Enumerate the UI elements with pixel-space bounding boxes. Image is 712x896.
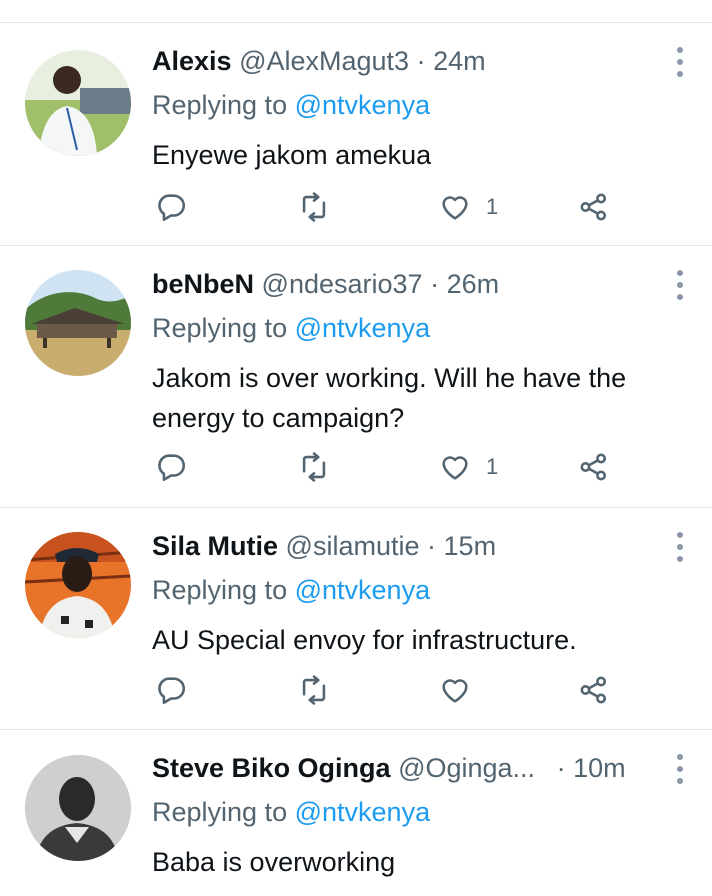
reply-button[interactable] (154, 187, 188, 227)
replying-prefix: Replying to (152, 797, 288, 827)
separator-dot: · (427, 531, 437, 561)
separator-dot: · (430, 269, 440, 299)
tweet-text: Baba is overworking (152, 847, 396, 877)
reply-icon (158, 454, 186, 482)
tweet[interactable]: Steve Biko Oginga @Oginga... · 10m Reply… (0, 730, 712, 896)
author-handle[interactable]: @Oginga... (398, 753, 535, 783)
mention-link[interactable]: @ntvkenya (295, 797, 430, 827)
tweet-actions: 1 (152, 447, 632, 487)
more-options-icon[interactable] (674, 47, 686, 77)
avatar[interactable] (25, 532, 131, 638)
tweet[interactable]: Sila Mutie @silamutie · 15m Replying to … (0, 508, 712, 730)
tweet-time[interactable]: 15m (444, 531, 497, 561)
more-options-icon[interactable] (674, 532, 686, 562)
like-button[interactable]: 1 (438, 187, 498, 227)
author-name[interactable]: beNbeN (152, 269, 254, 299)
tweet-text: AU Special envoy for infrastructure. (152, 625, 577, 655)
more-options-icon[interactable] (674, 754, 686, 784)
reply-button[interactable] (154, 447, 188, 487)
share-button[interactable] (577, 187, 611, 227)
tweet-header: Alexis @AlexMagut3 · 24m (152, 45, 662, 77)
avatar[interactable] (25, 755, 131, 861)
like-count: 1 (486, 194, 499, 219)
retweet-icon (302, 675, 326, 705)
tweet-actions: 1 (152, 187, 632, 227)
avatar[interactable] (25, 50, 131, 156)
tweet[interactable]: Alexis @AlexMagut3 · 24m Replying to @nt… (0, 23, 712, 246)
like-count: 1 (486, 454, 499, 479)
reply-icon (158, 677, 186, 705)
tweet-header: beNbeN @ndesario37 · 26m (152, 268, 662, 300)
share-icon (580, 676, 607, 704)
tweet-time[interactable]: 24m (433, 46, 486, 76)
author-name[interactable]: Steve Biko Oginga (152, 753, 391, 783)
tweet-time[interactable]: 10m (573, 753, 626, 783)
retweet-icon (302, 452, 326, 482)
mention-link[interactable]: @ntvkenya (295, 90, 430, 120)
replying-to: Replying to @ntvkenya (152, 89, 430, 121)
retweet-button[interactable] (297, 447, 331, 487)
tweet[interactable]: beNbeN @ndesario37 · 26m Replying to @nt… (0, 246, 712, 508)
author-handle[interactable]: @AlexMagut3 (239, 46, 409, 76)
avatar-image (25, 50, 131, 156)
reply-icon (158, 194, 186, 222)
tweet-header: Steve Biko Oginga @Oginga... · 10m (152, 752, 657, 784)
replying-prefix: Replying to (152, 575, 288, 605)
tweet-text: Enyewe jakom amekua (152, 140, 432, 170)
avatar-image (25, 532, 131, 638)
avatar-image (25, 270, 131, 376)
retweet-button[interactable] (297, 187, 331, 227)
replying-prefix: Replying to (152, 90, 288, 120)
replying-to: Replying to @ntvkenya (152, 312, 430, 344)
more-options-icon[interactable] (674, 270, 686, 300)
separator-dot: · (416, 46, 426, 76)
replying-prefix: Replying to (152, 313, 288, 343)
author-handle[interactable]: @silamutie (286, 531, 420, 561)
heart-icon (442, 196, 468, 220)
author-name[interactable]: Alexis (152, 46, 232, 76)
replying-to: Replying to @ntvkenya (152, 574, 430, 606)
share-icon (580, 193, 607, 221)
heart-icon (442, 679, 468, 703)
tweet-text: Jakom is over working. Will he have the … (152, 363, 627, 433)
mention-link[interactable]: @ntvkenya (295, 575, 430, 605)
tweet-actions (152, 670, 632, 710)
retweet-button[interactable] (297, 670, 331, 710)
author-name[interactable]: Sila Mutie (152, 531, 278, 561)
avatar[interactable] (25, 270, 131, 376)
author-handle[interactable]: @ndesario37 (262, 269, 423, 299)
retweet-icon (302, 192, 326, 222)
share-icon (580, 453, 607, 481)
like-button[interactable]: 1 (438, 447, 498, 487)
heart-icon (442, 456, 468, 480)
tweet-header: Sila Mutie @silamutie · 15m (152, 530, 662, 562)
separator-dot: · (556, 753, 566, 783)
reply-button[interactable] (154, 670, 188, 710)
tweet-time[interactable]: 26m (447, 269, 500, 299)
like-button[interactable] (438, 670, 486, 710)
share-button[interactable] (577, 447, 611, 487)
avatar-image (25, 755, 131, 861)
share-button[interactable] (577, 670, 611, 710)
replying-to: Replying to @ntvkenya (152, 796, 430, 828)
mention-link[interactable]: @ntvkenya (295, 313, 430, 343)
